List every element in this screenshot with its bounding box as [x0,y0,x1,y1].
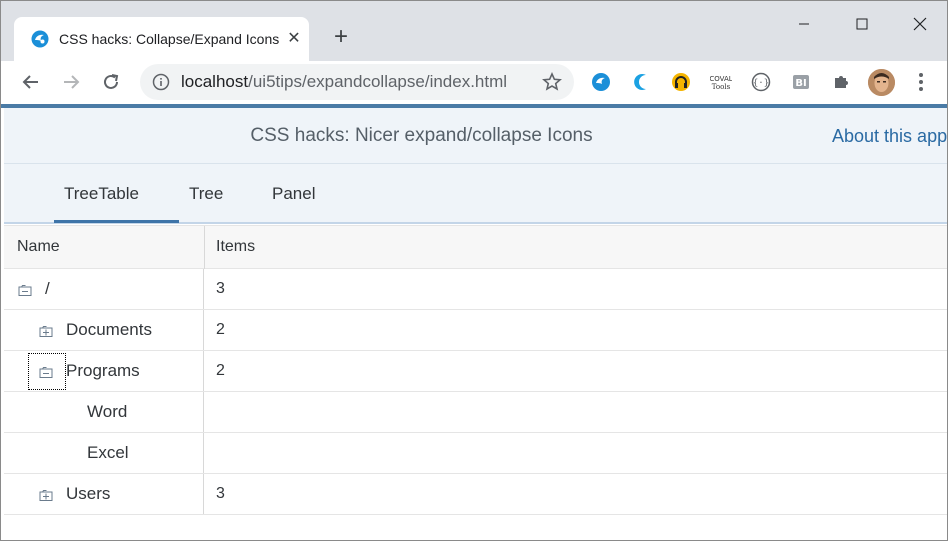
table-row[interactable]: Documents 2 [4,310,947,351]
crescent-extension-icon[interactable] [630,71,652,93]
collapse-folder-icon[interactable] [38,364,54,380]
node-label: Programs [66,361,140,380]
tab-strip: CSS hacks: Collapse/Expand Icons ✕ + [1,1,947,61]
selected-tab-indicator [54,220,179,223]
reload-icon[interactable] [96,67,126,97]
name-cell: Word [4,392,204,432]
maximize-icon[interactable] [839,9,885,39]
expand-folder-icon[interactable] [38,487,54,503]
node-label: / [45,279,50,298]
node-label: Word [87,402,128,421]
column-header-name[interactable]: Name [17,226,60,269]
info-icon[interactable] [152,73,170,91]
items-cell: 2 [216,321,225,338]
tab-title: CSS hacks: Collapse/Expand Icons [59,31,279,47]
ui5-extension-icon[interactable] [590,71,612,93]
table-row[interactable]: Excel [4,433,947,474]
browser-tab[interactable]: CSS hacks: Collapse/Expand Icons ✕ [14,17,309,61]
node-label: Users [66,484,111,503]
tree-table: Name Items / 3 Documents 2 Programs 2 Wo… [4,225,947,515]
more-menu-icon[interactable] [910,71,932,93]
browser-toolbar: localhost/ui5tips/expandcollapse/index.h… [1,61,947,104]
table-row[interactable]: Users 3 [4,474,947,515]
url-text: localhost/ui5tips/expandcollapse/index.h… [181,72,507,92]
name-cell: Programs [4,351,204,391]
tab-bar: TreeTable Tree Panel [4,164,947,224]
minimize-icon[interactable] [781,9,827,39]
table-header: Name Items [4,225,947,269]
headphones-extension-icon[interactable] [670,71,692,93]
close-window-icon[interactable] [897,9,943,39]
items-cell: 2 [216,362,225,379]
address-bar[interactable]: localhost/ui5tips/expandcollapse/index.h… [140,64,574,100]
svg-text:BI: BI [795,78,806,89]
table-footer-area [4,516,947,540]
node-label: Excel [87,443,129,462]
tab-tree[interactable]: Tree [189,164,223,222]
name-cell: Documents [4,310,204,350]
url-path: /ui5tips/expandcollapse/index.html [248,72,508,91]
app-header: CSS hacks: Nicer expand/collapse Icons A… [4,108,947,164]
back-arrow-icon[interactable] [16,67,46,97]
items-cell: 3 [216,485,225,502]
expand-folder-icon[interactable] [38,323,54,339]
close-tab-icon[interactable]: ✕ [284,28,304,48]
items-cell: 3 [216,280,225,297]
forward-arrow-icon[interactable] [56,67,86,97]
ui5-logo-icon [31,30,49,48]
node-label: Documents [66,320,152,339]
column-divider[interactable] [204,226,205,269]
column-header-items[interactable]: Items [216,226,255,269]
new-tab-button[interactable]: + [327,23,355,51]
svg-text:Tools: Tools [712,83,731,91]
user-avatar[interactable] [868,69,895,96]
code-braces-extension-icon[interactable]: {·} [750,71,772,93]
tools-extension-icon[interactable]: COVAL Tools [710,71,732,93]
name-cell: / [4,269,204,309]
svg-text:COVAL: COVAL [710,75,732,83]
name-cell: Users [4,474,204,514]
collapse-folder-icon[interactable] [17,282,33,298]
name-cell: Excel [4,433,204,473]
bookmark-star-icon[interactable] [542,72,562,92]
browser-window: CSS hacks: Collapse/Expand Icons ✕ + loc… [0,0,948,541]
table-row[interactable]: Word [4,392,947,433]
svg-text:{·}: {·} [753,79,769,89]
tab-treetable[interactable]: TreeTable [64,164,139,222]
about-app-link[interactable]: About this app [832,108,947,164]
page-title: CSS hacks: Nicer expand/collapse Icons [250,125,593,146]
bi-extension-icon[interactable]: BI [790,71,812,93]
tab-panel[interactable]: Panel [272,164,315,222]
puzzle-extensions-icon[interactable] [830,71,852,93]
url-host: localhost [181,72,249,91]
table-row[interactable]: / 3 [4,269,947,310]
table-row[interactable]: Programs 2 [4,351,947,392]
